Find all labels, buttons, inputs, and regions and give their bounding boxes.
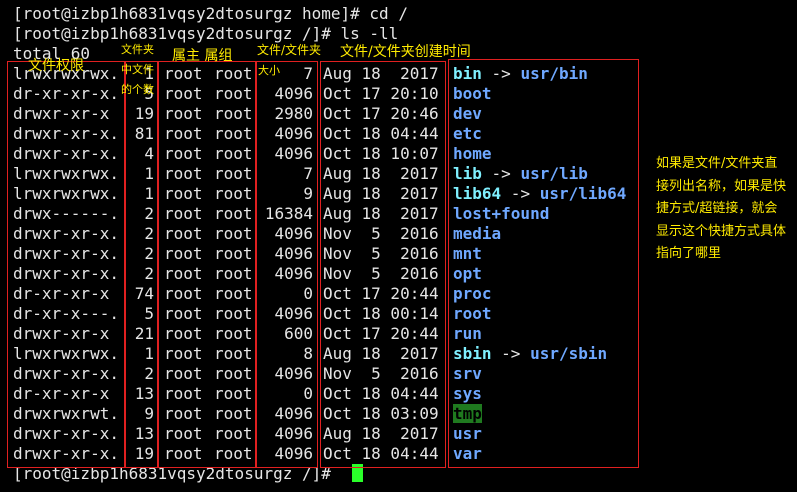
annotation-permissions: 文件权限 bbox=[28, 58, 84, 74]
annotation-size-2: 大小 bbox=[258, 64, 280, 77]
annotation-owner-group: 属主 属组 bbox=[172, 48, 233, 64]
annotation-box-link-count bbox=[124, 61, 158, 468]
command-line-cd: [root@izbp1h6831vqsy2dtosurgz home]# cd … bbox=[13, 4, 408, 23]
annotation-box-permissions bbox=[7, 61, 126, 468]
annotation-count-2: 中文件 bbox=[121, 63, 154, 76]
annotation-box-date bbox=[320, 61, 446, 468]
annotation-box-owner-group bbox=[158, 61, 256, 468]
annotation-name-note: 如果是文件/文件夹直接列出名称，如果是快捷方式/超链接，就会显示这个快捷方式具体… bbox=[656, 156, 787, 261]
annotation-count-1: 文件夹 bbox=[121, 43, 154, 56]
annotation-date: 文件/文件夹创建时间 bbox=[340, 44, 471, 60]
annotation-box-name bbox=[448, 59, 639, 468]
annotation-size-1: 文件/文件夹 bbox=[257, 43, 322, 57]
annotation-count-3: 的个数 bbox=[121, 83, 154, 96]
annotation-box-size bbox=[256, 61, 318, 468]
